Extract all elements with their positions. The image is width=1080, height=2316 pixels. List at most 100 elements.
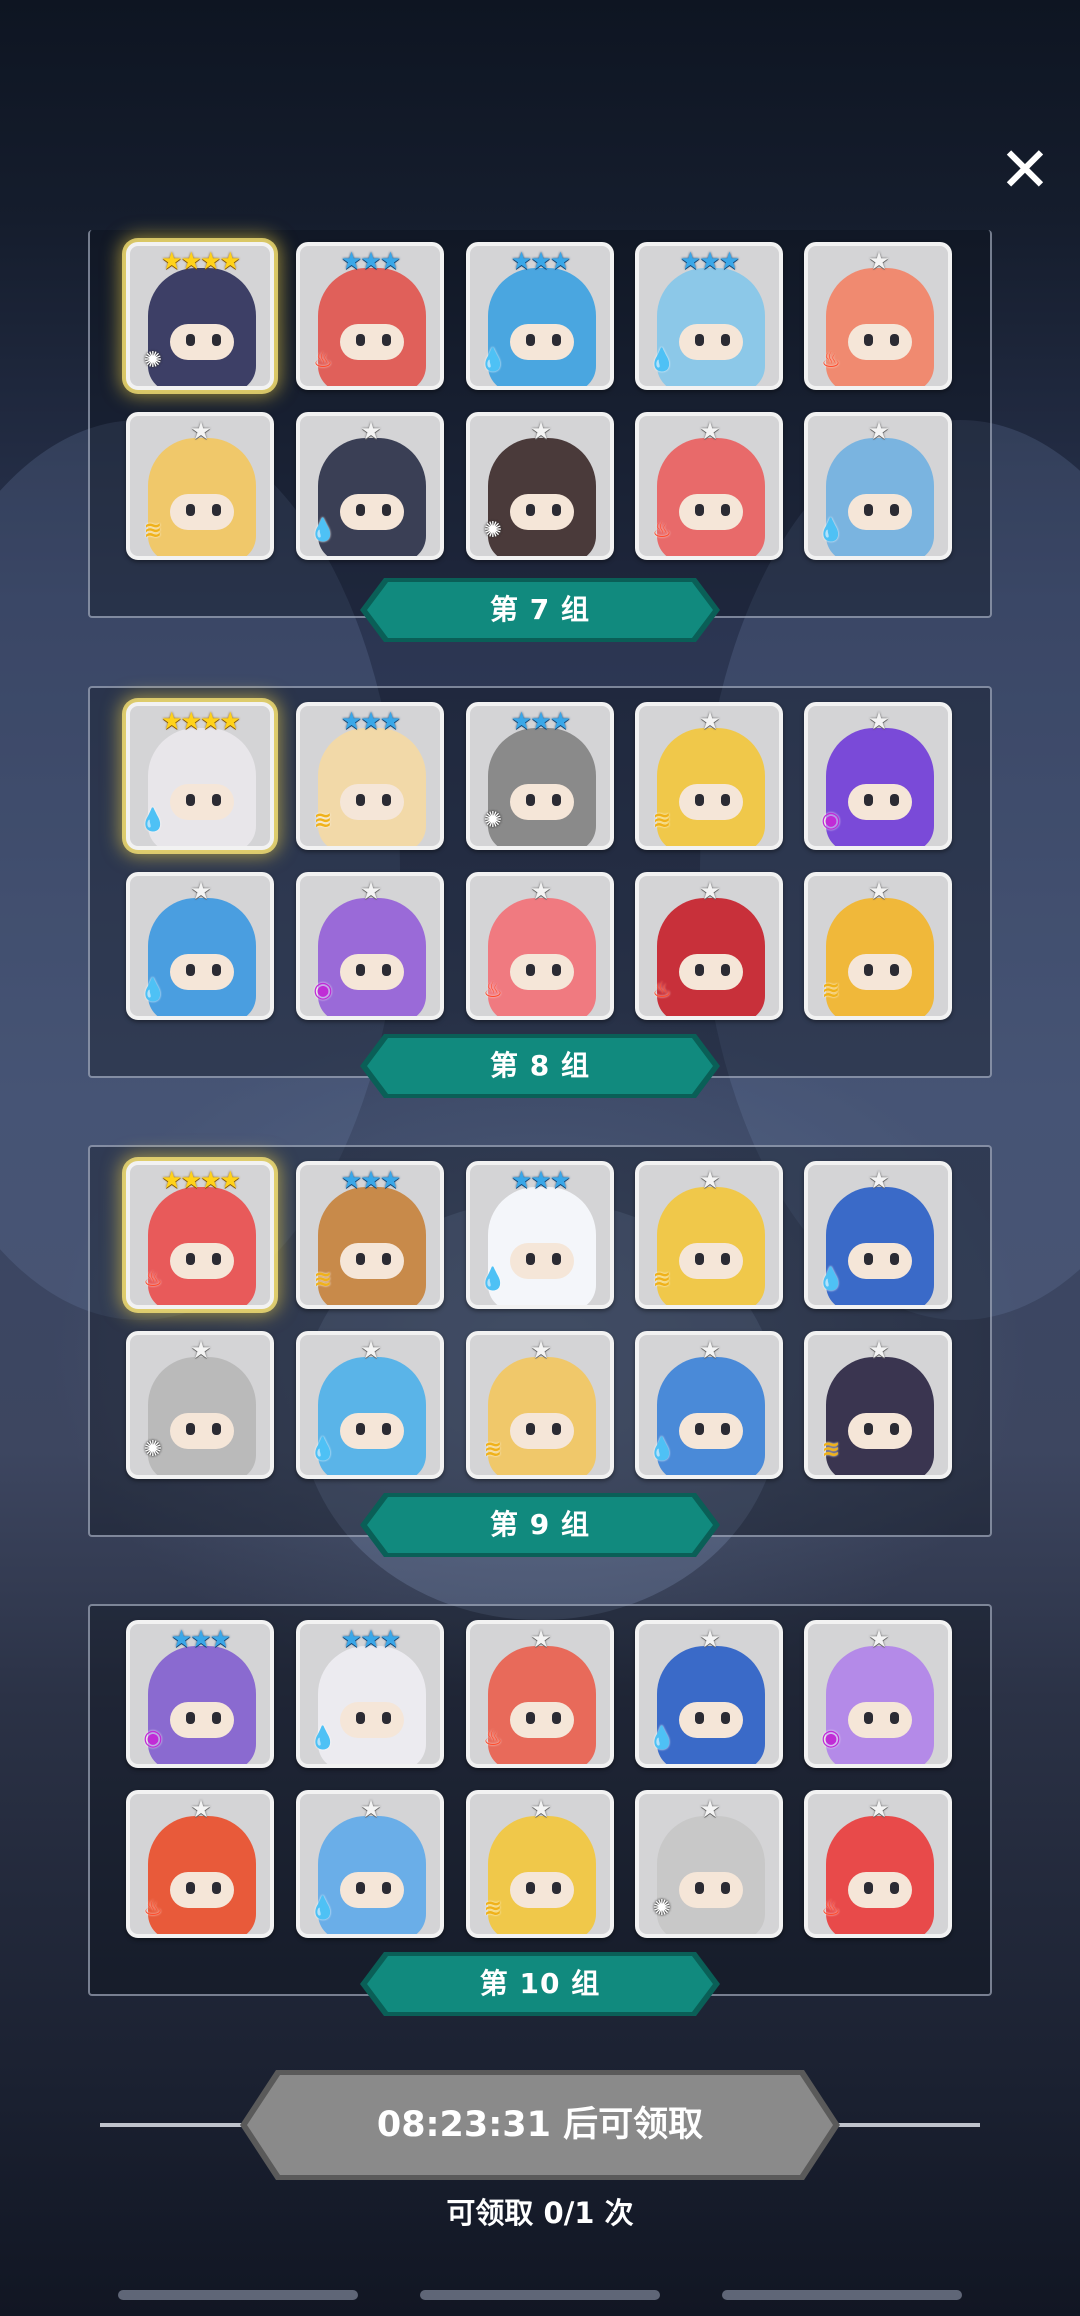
hero-face	[848, 954, 912, 990]
hero-card[interactable]: ★ ≋	[466, 1331, 614, 1479]
hero-eye	[212, 334, 221, 346]
hero-eye	[382, 334, 391, 346]
hero-eye	[552, 1253, 561, 1265]
hero-card[interactable]: ★★★ ♨	[296, 242, 444, 390]
hero-face	[848, 1243, 912, 1279]
star-rating: ★	[530, 1336, 552, 1364]
hero-card[interactable]: ★ ♨	[804, 1790, 952, 1938]
hero-face	[340, 324, 404, 360]
hero-eye	[382, 1882, 391, 1894]
bottom-tab-left[interactable]	[118, 2290, 358, 2300]
star-rating: ★	[530, 877, 552, 905]
hero-card[interactable]: ★★★ 💧	[466, 1161, 614, 1309]
hero-card[interactable]: ★★★ ◉	[126, 1620, 274, 1768]
hero-eye	[356, 1423, 365, 1435]
hero-eye	[864, 1423, 873, 1435]
hero-eye	[695, 504, 704, 516]
hero-card[interactable]: ★ ≋	[126, 412, 274, 560]
hero-eye	[552, 1423, 561, 1435]
hero-card[interactable]: ★ ♨	[126, 1790, 274, 1938]
group-banner: 第 10 组	[360, 1952, 720, 2016]
hero-card[interactable]: ★ ◉	[804, 702, 952, 850]
star-rating: ★	[868, 1166, 890, 1194]
star-rating: ★	[699, 707, 721, 735]
hero-face	[340, 494, 404, 530]
fire-element-icon: ♨	[821, 348, 841, 373]
hero-face	[848, 1702, 912, 1738]
claim-button-label: 08:23:31 后可领取	[376, 2105, 704, 2145]
hero-card[interactable]: ★★★ ≋	[296, 702, 444, 850]
hero-eye	[212, 964, 221, 976]
hero-card[interactable]: ★ ♨	[804, 242, 952, 390]
hero-eye	[212, 504, 221, 516]
close-button[interactable]: ✕	[995, 139, 1055, 201]
hero-eye	[186, 1882, 195, 1894]
hero-card[interactable]: ★ ♨	[466, 872, 614, 1020]
bottom-tab-right[interactable]	[722, 2290, 962, 2300]
star-rating: ★	[190, 1795, 212, 1823]
hero-eye	[695, 964, 704, 976]
hero-card[interactable]: ★ ✺	[126, 1331, 274, 1479]
hero-card[interactable]: ★ 💧	[635, 1620, 783, 1768]
hero-card[interactable]: ★★★★ ✺	[126, 242, 274, 390]
fire-element-icon: ♨	[313, 348, 333, 373]
group-label: 第 9 组	[490, 1508, 590, 1541]
hero-card[interactable]: ★ ≋	[804, 872, 952, 1020]
star-rating: ★★★	[679, 247, 741, 275]
hero-eye	[186, 1712, 195, 1724]
hero-card[interactable]: ★ 💧	[804, 412, 952, 560]
hero-eye	[552, 334, 561, 346]
hero-card[interactable]: ★★★ 💧	[296, 1620, 444, 1768]
hero-face	[170, 954, 234, 990]
bottom-tab-middle[interactable]	[420, 2290, 660, 2300]
hero-card[interactable]: ★★★ ✺	[466, 702, 614, 850]
star-rating: ★★★	[340, 247, 402, 275]
hero-card[interactable]: ★ ≋	[804, 1331, 952, 1479]
hero-eye	[382, 964, 391, 976]
hero-card[interactable]: ★ ≋	[466, 1790, 614, 1938]
hero-eye	[526, 1882, 535, 1894]
hero-card[interactable]: ★ 💧	[296, 1790, 444, 1938]
hero-eye	[721, 1712, 730, 1724]
hero-card[interactable]: ★★★ ≋	[296, 1161, 444, 1309]
hero-card[interactable]: ★ ♨	[635, 412, 783, 560]
hero-eye	[382, 1423, 391, 1435]
hero-card[interactable]: ★★★★ ♨	[126, 1161, 274, 1309]
hero-card[interactable]: ★ ♨	[466, 1620, 614, 1768]
star-rating: ★★★	[510, 1166, 572, 1194]
hero-card[interactable]: ★ ✺	[466, 412, 614, 560]
hero-eye	[695, 794, 704, 806]
hero-card[interactable]: ★ ≋	[635, 702, 783, 850]
hero-eye	[890, 794, 899, 806]
hero-card[interactable]: ★★★ 💧	[635, 242, 783, 390]
hero-card[interactable]: ★ ✺	[635, 1790, 783, 1938]
fire-element-icon: ♨	[483, 1726, 503, 1751]
star-rating: ★★★	[340, 707, 402, 735]
star-rating: ★	[868, 1336, 890, 1364]
hero-card[interactable]: ★ ♨	[635, 872, 783, 1020]
light-element-icon: ✺	[652, 1896, 672, 1921]
dark-element-icon: ◉	[821, 808, 841, 833]
hero-card[interactable]: ★ 💧	[635, 1331, 783, 1479]
hero-card[interactable]: ★★★ 💧	[466, 242, 614, 390]
star-rating: ★	[190, 1336, 212, 1364]
hero-card[interactable]: ★ ≋	[635, 1161, 783, 1309]
hero-face	[679, 324, 743, 360]
hero-card[interactable]: ★ 💧	[804, 1161, 952, 1309]
water-element-icon: 💧	[309, 518, 337, 543]
hero-card[interactable]: ★ ◉	[804, 1620, 952, 1768]
hero-card[interactable]: ★ ◉	[296, 872, 444, 1020]
light-element-icon: ✺	[483, 518, 503, 543]
hero-face	[340, 784, 404, 820]
hero-eye	[356, 504, 365, 516]
hero-face	[170, 494, 234, 530]
hero-eye	[382, 504, 391, 516]
wind-element-icon: ≋	[483, 1437, 503, 1462]
claim-divider-left	[100, 2123, 260, 2127]
hero-card[interactable]: ★ 💧	[126, 872, 274, 1020]
hero-card[interactable]: ★ 💧	[296, 1331, 444, 1479]
hero-card[interactable]: ★ 💧	[296, 412, 444, 560]
claim-button[interactable]: 08:23:31 后可领取	[240, 2070, 840, 2180]
hero-card[interactable]: ★★★★ 💧	[126, 702, 274, 850]
star-rating: ★	[699, 1795, 721, 1823]
